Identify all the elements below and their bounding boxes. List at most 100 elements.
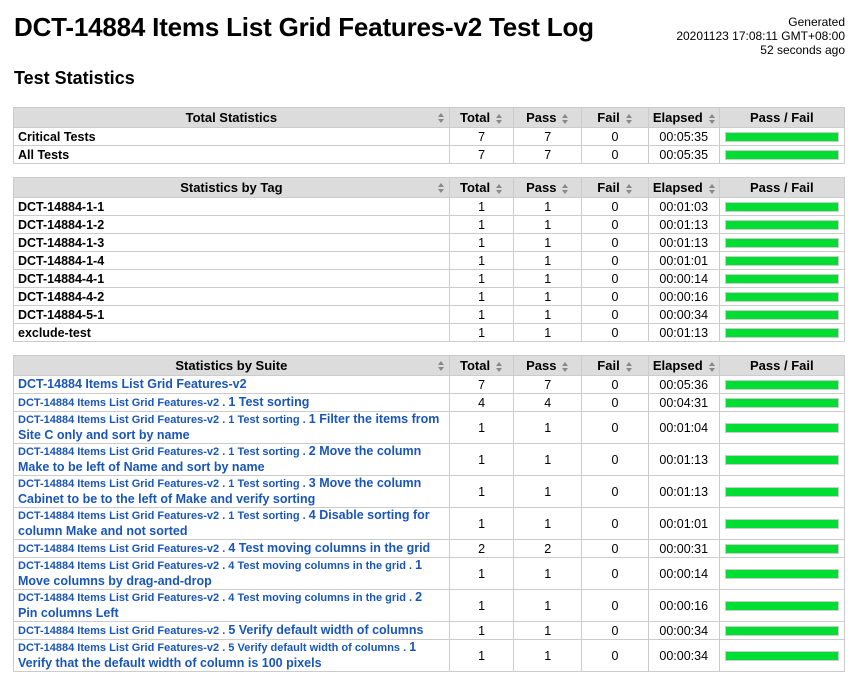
sort-arrows-icon[interactable] [625, 113, 633, 124]
sort-arrows-icon[interactable] [496, 113, 503, 124]
row-name-cell: DCT-14884-5-1 [13, 305, 450, 324]
header-pass[interactable]: Pass [513, 107, 583, 128]
elapsed-cell: 00:01:01 [647, 251, 720, 270]
elapsed-cell: 00:00:14 [647, 269, 720, 288]
sort-arrows-icon[interactable] [496, 183, 503, 194]
sort-arrows-icon[interactable] [562, 183, 569, 194]
pass-fail-cell [718, 589, 846, 622]
total-cell: 1 [448, 233, 515, 252]
sort-arrows-icon[interactable] [562, 113, 569, 124]
generated-label: Generated [788, 15, 845, 29]
sort-arrows-icon[interactable] [496, 361, 503, 372]
suite-parent-path: DCT-14884 Items List Grid Features-v2 . … [18, 592, 416, 604]
header-pass[interactable]: Pass [513, 355, 583, 376]
pass-cell: 1 [513, 507, 583, 540]
header-row: Statistics by Tag Total Pass Fail Elapsed Pas… [13, 177, 846, 198]
sort-arrows-icon[interactable] [437, 113, 445, 123]
pass-cell: 2 [513, 539, 583, 558]
pass-fail-cell [718, 443, 846, 476]
table-row: DCT-14884 Items List Grid Features-v2 7 7 0… [13, 375, 846, 394]
total-cell: 1 [448, 639, 515, 672]
row-name-cell[interactable]: DCT-14884 Items List Grid Features-v2 . … [13, 557, 450, 590]
header-total[interactable]: Total [448, 177, 515, 198]
pass-bar [724, 397, 839, 408]
header-fail[interactable]: Fail [581, 355, 649, 376]
header-elapsed[interactable]: Elapsed [647, 177, 720, 198]
header-total[interactable]: Total [448, 355, 515, 376]
sort-arrows-icon[interactable] [437, 183, 445, 193]
header-fail[interactable]: Fail [581, 177, 649, 198]
suite-link[interactable]: DCT-14884 Items List Grid Features-v2 . … [18, 395, 309, 409]
row-name-cell[interactable]: DCT-14884 Items List Grid Features-v2 . … [13, 507, 450, 540]
suite-link[interactable]: DCT-14884 Items List Grid Features-v2 . … [18, 444, 421, 474]
fail-cell: 0 [581, 375, 649, 394]
header-pass[interactable]: Pass [513, 177, 583, 198]
fail-cell: 0 [581, 443, 649, 476]
table-row: DCT-14884 Items List Grid Features-v2 . … [13, 475, 846, 508]
sort-arrows-icon[interactable] [708, 113, 716, 124]
row-name-cell: DCT-14884-1-4 [13, 251, 450, 270]
elapsed-cell: 00:00:14 [647, 557, 720, 590]
pass-cell: 1 [513, 305, 583, 324]
elapsed-cell: 00:00:16 [647, 287, 720, 306]
header-total[interactable]: Total [448, 107, 515, 128]
suite-link[interactable]: DCT-14884 Items List Grid Features-v2 . … [18, 623, 423, 637]
sort-arrows-icon[interactable] [708, 361, 716, 372]
total-cell: 7 [448, 375, 515, 394]
header-name[interactable]: Statistics by Suite [13, 355, 450, 376]
suite-link[interactable]: DCT-14884 Items List Grid Features-v2 . … [18, 558, 422, 588]
row-name-cell[interactable]: DCT-14884 Items List Grid Features-v2 . … [13, 639, 450, 672]
row-name-cell[interactable]: DCT-14884 Items List Grid Features-v2 . … [13, 589, 450, 622]
row-name-cell[interactable]: DCT-14884 Items List Grid Features-v2 . … [13, 443, 450, 476]
pass-cell: 1 [513, 475, 583, 508]
row-name-cell: DCT-14884-1-1 [13, 197, 450, 216]
sort-arrows-icon[interactable] [437, 361, 445, 371]
pass-fail-cell [718, 507, 846, 540]
row-name-cell[interactable]: DCT-14884 Items List Grid Features-v2 . … [13, 475, 450, 508]
pass-fail-cell [718, 127, 846, 146]
pass-cell: 1 [513, 639, 583, 672]
table-row: DCT-14884 Items List Grid Features-v2 . … [13, 621, 846, 640]
suite-link[interactable]: DCT-14884 Items List Grid Features-v2 . … [18, 640, 416, 670]
suite-parent-path: DCT-14884 Items List Grid Features-v2 . [18, 624, 229, 637]
total-cell: 1 [448, 305, 515, 324]
row-name-cell[interactable]: DCT-14884 Items List Grid Features-v2 . … [13, 393, 450, 412]
header-pass-fail-label: Pass / Fail [750, 358, 814, 373]
generated-time: 20201123 17:08:11 GMT+08:00 [676, 29, 845, 43]
pass-bar [724, 650, 839, 661]
sort-arrows-icon[interactable] [625, 183, 633, 194]
row-name-cell[interactable]: DCT-14884 Items List Grid Features-v2 . … [13, 411, 450, 444]
header-fail[interactable]: Fail [581, 107, 649, 128]
fail-cell: 0 [581, 251, 649, 270]
pass-cell: 1 [513, 197, 583, 216]
row-name-cell[interactable]: DCT-14884 Items List Grid Features-v2 . … [13, 539, 450, 558]
suite-link[interactable]: DCT-14884 Items List Grid Features-v2 . … [18, 476, 421, 506]
sort-arrows-icon[interactable] [562, 361, 569, 372]
total-cell: 1 [448, 197, 515, 216]
header-fail-label: Fail [597, 358, 620, 373]
sort-arrows-icon[interactable] [708, 183, 716, 194]
suite-link[interactable]: DCT-14884 Items List Grid Features-v2 . … [18, 508, 430, 538]
suite-link[interactable]: DCT-14884 Items List Grid Features-v2 . … [18, 541, 430, 555]
pass-fail-cell [718, 305, 846, 324]
header-elapsed[interactable]: Elapsed [647, 107, 720, 128]
header-name[interactable]: Statistics by Tag [13, 177, 450, 198]
pass-bar [724, 625, 839, 636]
header-elapsed[interactable]: Elapsed [647, 355, 720, 376]
suite-link[interactable]: DCT-14884 Items List Grid Features-v2 . … [18, 590, 422, 620]
sort-arrows-icon[interactable] [625, 361, 633, 372]
suite-link[interactable]: DCT-14884 Items List Grid Features-v2 . … [18, 412, 439, 442]
row-name-cell[interactable]: DCT-14884 Items List Grid Features-v2 [13, 375, 450, 394]
suite-link[interactable]: DCT-14884 Items List Grid Features-v2 [18, 377, 247, 391]
pass-fail-cell [718, 539, 846, 558]
elapsed-cell: 00:05:36 [647, 375, 720, 394]
row-name-cell: Critical Tests [13, 127, 450, 146]
table-row: DCT-14884 Items List Grid Features-v2 . … [13, 443, 846, 476]
header-total-label: Total [460, 110, 491, 125]
pass-cell: 1 [513, 443, 583, 476]
table-row: Critical Tests 7 7 0 00:05:35 [13, 127, 846, 146]
suite-name: DCT-14884 Items List Grid Features-v2 [18, 377, 247, 391]
header-name[interactable]: Total Statistics [13, 107, 450, 128]
row-name-cell[interactable]: DCT-14884 Items List Grid Features-v2 . … [13, 621, 450, 640]
pass-cell: 7 [513, 127, 583, 146]
